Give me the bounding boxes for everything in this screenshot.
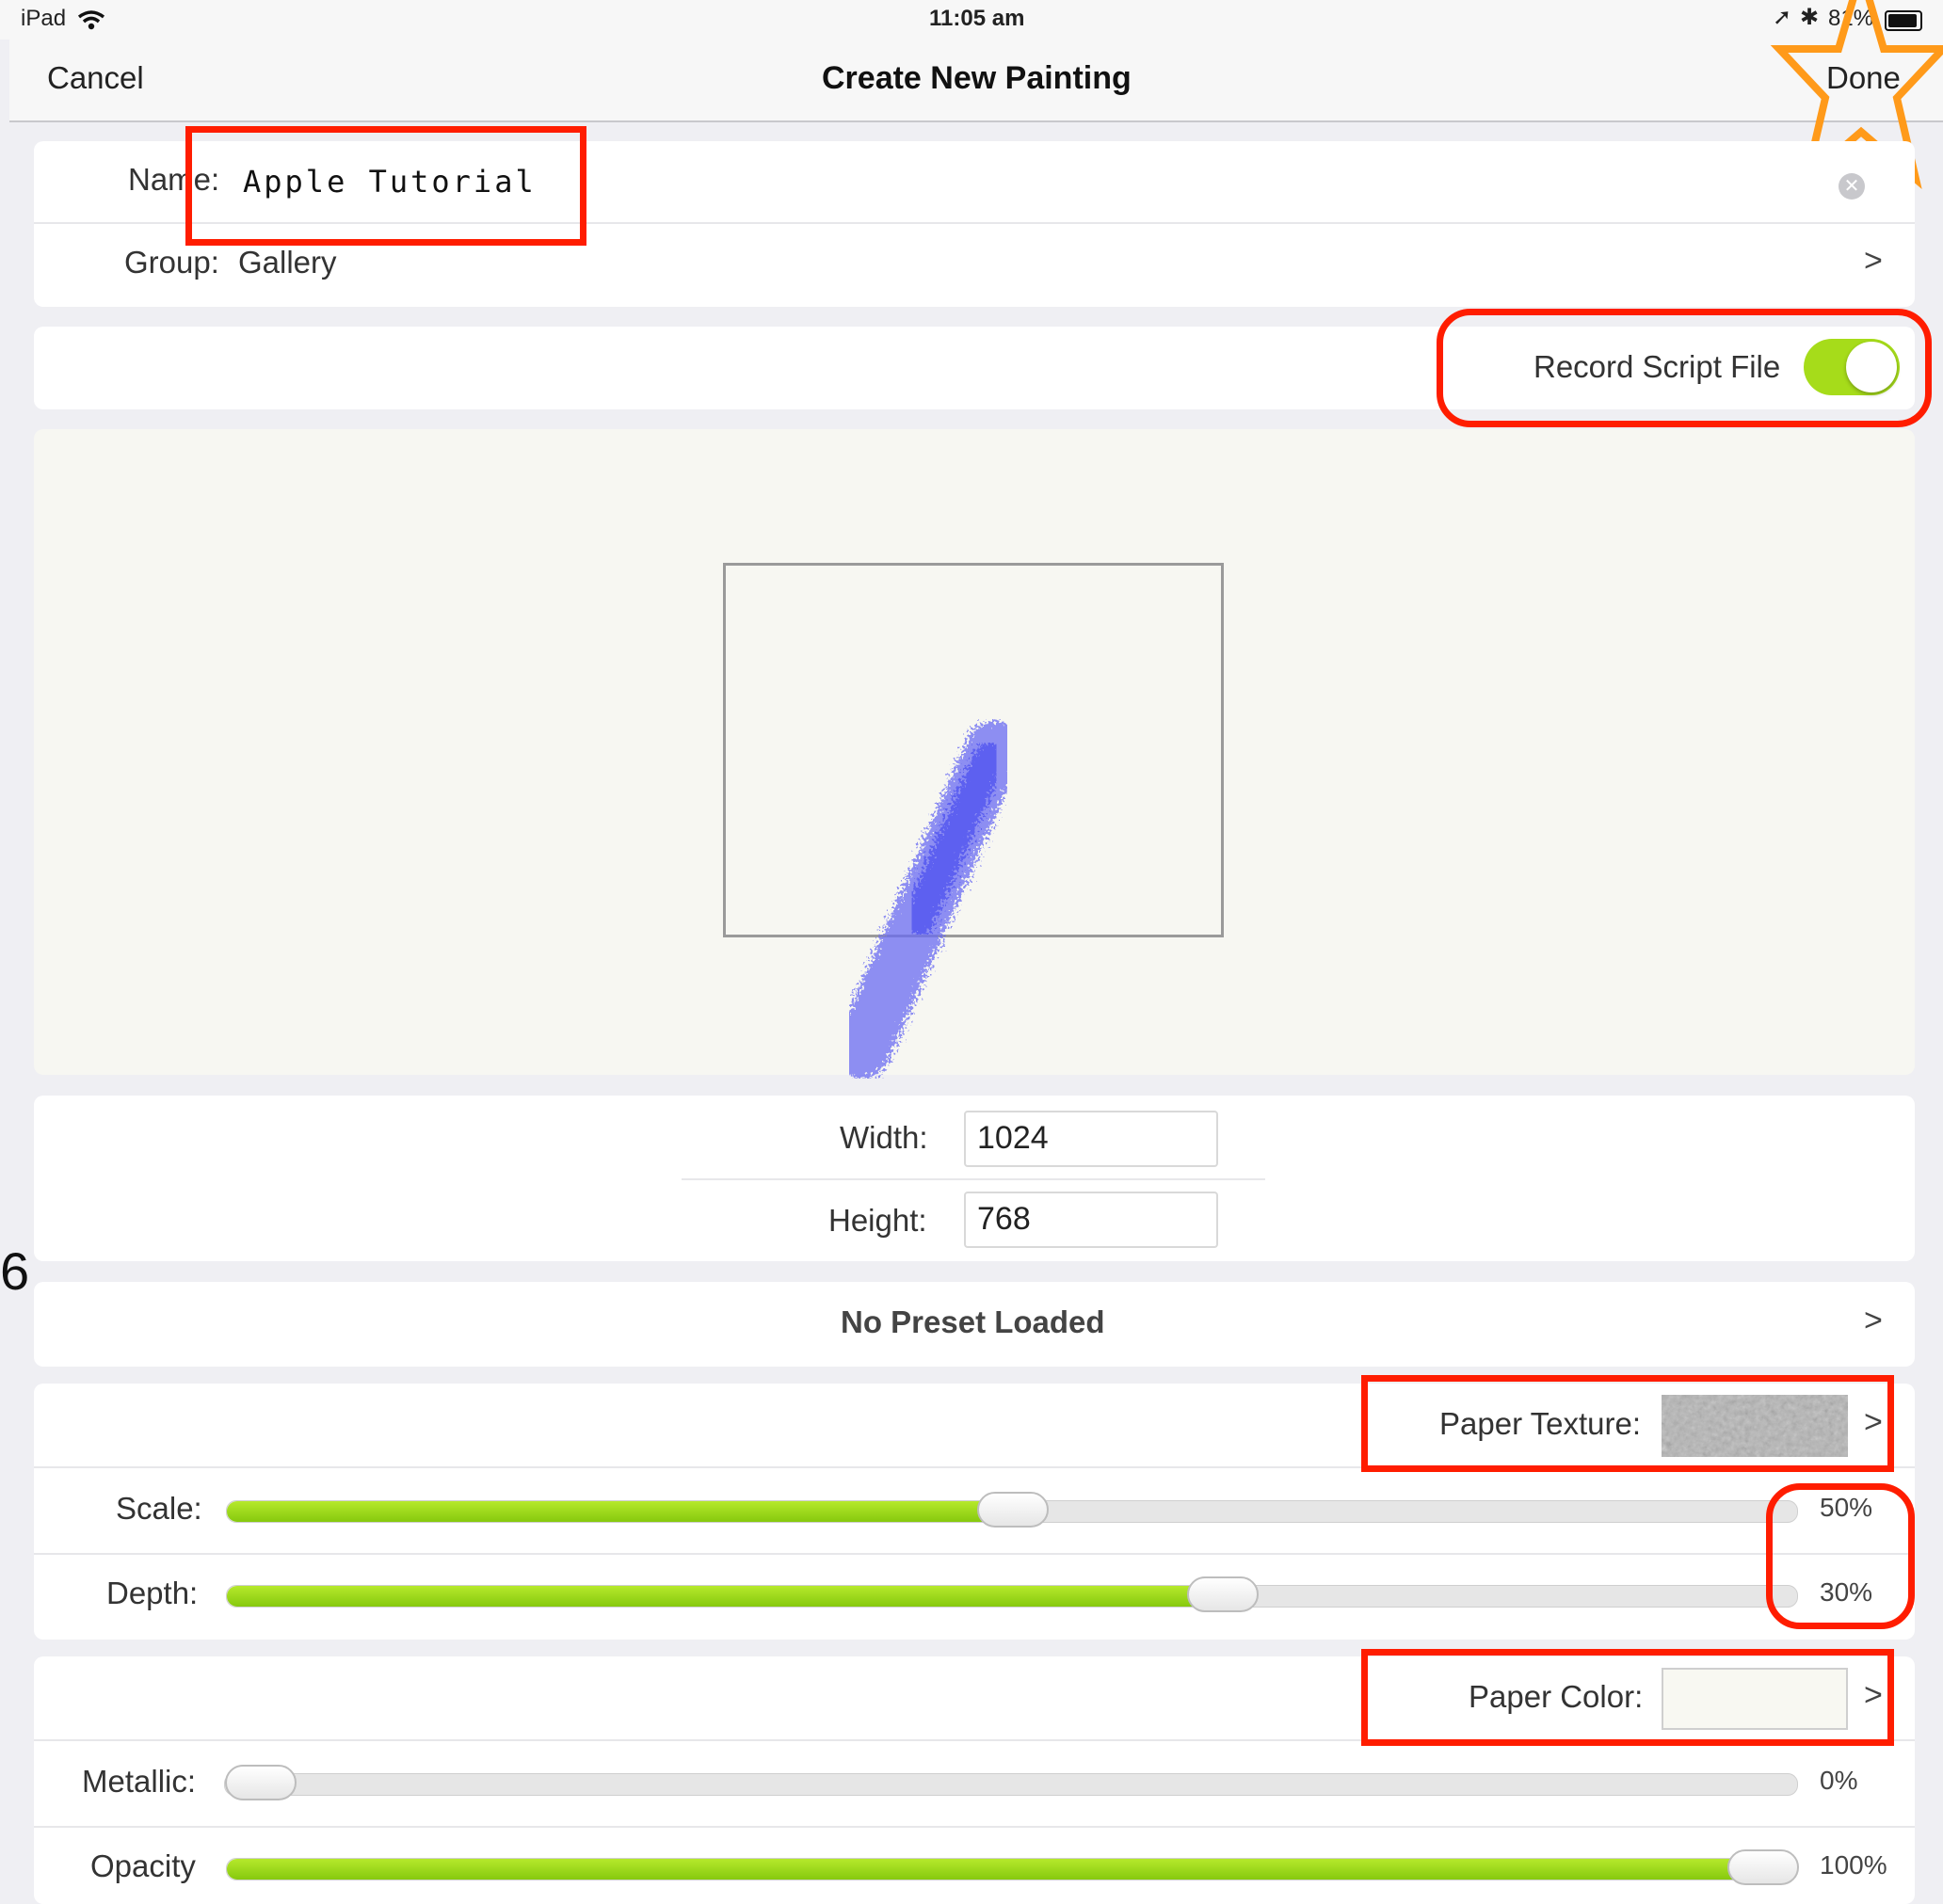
brush-stroke-preview [834,721,1022,1079]
paper-texture-highlight-annotation [1361,1375,1894,1472]
wifi-icon [77,10,105,30]
chevron-right-icon: > [1864,243,1883,279]
depth-slider[interactable] [226,1576,1798,1612]
depth-label: Depth: [106,1576,199,1610]
opacity-label: Opacity [90,1848,196,1883]
opacity-slider-fill [227,1859,1763,1880]
metallic-slider[interactable] [224,1765,1798,1800]
scale-slider[interactable] [226,1492,1798,1528]
depth-slider-fill [227,1586,1224,1607]
metallic-label: Metallic: [82,1764,197,1799]
chevron-right-icon: > [1864,1303,1883,1338]
stray-glyph: 6 [0,1241,30,1301]
record-highlight-annotation [1437,309,1932,427]
status-time: 11:05 am [929,6,1025,31]
row-divider [34,1553,1915,1555]
preset-row[interactable]: No Preset Loaded > [34,1282,1915,1367]
row-divider [682,1178,1265,1180]
page-title: Create New Painting [822,60,1132,96]
depth-slider-thumb[interactable] [1187,1576,1260,1612]
opacity-value: 100% [1820,1850,1887,1880]
opacity-slider[interactable] [226,1849,1799,1885]
scale-slider-fill [227,1501,1013,1522]
opacity-slider-thumb[interactable] [1727,1849,1799,1885]
paper-color-highlight-annotation [1361,1649,1894,1746]
width-label: Width: [840,1120,928,1155]
device-label: iPad [21,6,67,31]
scale-label: Scale: [116,1491,202,1526]
height-input[interactable]: 768 [964,1192,1218,1248]
canvas-preview [34,429,1915,1079]
group-value: Gallery [238,245,337,280]
cancel-button[interactable]: Cancel [47,60,144,96]
group-label: Group: [124,245,219,280]
height-label: Height: [828,1203,927,1238]
name-highlight-annotation [185,126,586,246]
percent-highlight-annotation [1766,1483,1915,1629]
metallic-value: 0% [1820,1766,1858,1795]
clear-text-icon[interactable]: ✕ [1839,173,1865,200]
scale-slider-thumb[interactable] [977,1492,1049,1528]
status-bar: iPad 11:05 am ➚ ✱ 81% [0,0,1943,40]
width-input[interactable]: 1024 [964,1111,1218,1167]
metallic-slider-thumb[interactable] [225,1765,297,1800]
size-card: Width: 1024 Height: 768 [34,1096,1915,1261]
navigation-bar: Cancel Create New Painting Done [9,40,1943,122]
row-divider [34,1826,1915,1828]
preset-label: No Preset Loaded [841,1304,1105,1339]
